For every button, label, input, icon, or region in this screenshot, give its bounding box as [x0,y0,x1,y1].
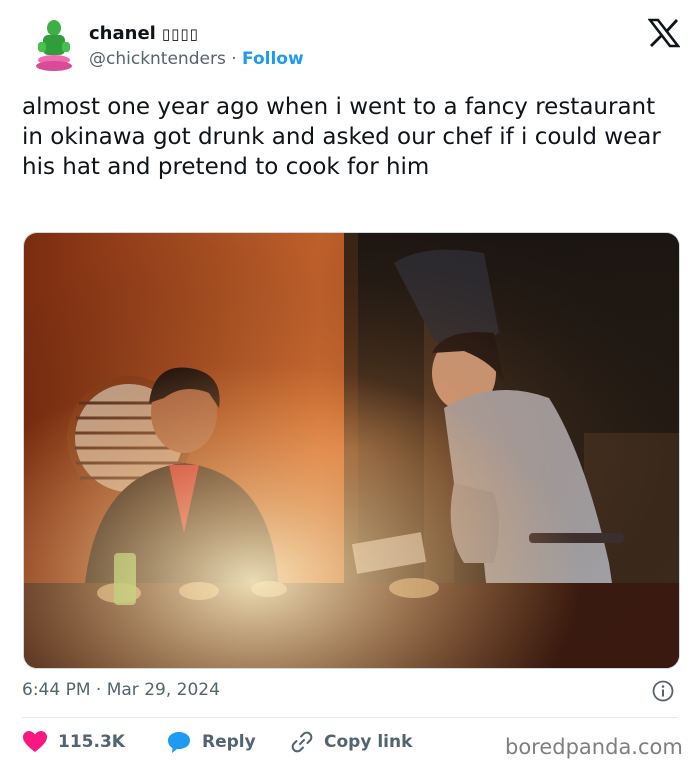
author-name[interactable]: chanel ▯▯▯▯ [89,23,199,44]
tweet-photo[interactable] [23,232,680,669]
separator: · [231,49,237,69]
author-name-glyphs: ▯▯▯▯ [161,25,199,43]
reply-button[interactable]: Reply [166,730,256,754]
tweet-date: Mar 29, 2024 [106,680,220,700]
like-button[interactable]: 115.3K [22,730,125,754]
avatar[interactable] [34,18,74,72]
follow-button[interactable]: Follow [242,49,304,69]
meta-separator: · [95,680,102,700]
info-icon[interactable] [652,680,674,702]
tweet-time: 6:44 PM [22,680,91,700]
tweet-timestamp[interactable]: 6:44 PM · Mar 29, 2024 [22,680,220,700]
handle-row: @chickntenders · Follow [89,49,304,69]
like-count: 115.3K [58,732,125,752]
copy-link-label: Copy link [324,732,413,752]
copy-link-button[interactable]: Copy link [290,730,412,754]
watermark: boredpanda.com [505,735,683,759]
divider [22,717,678,718]
reply-bubble-icon [168,732,190,753]
tweet-header: chanel ▯▯▯▯ @chickntenders · Follow [0,0,700,80]
author-name-text: chanel [89,23,156,44]
reply-label: Reply [202,732,256,752]
link-icon [291,731,313,753]
heart-icon [23,731,47,752]
restaurant-photo-image [24,233,679,668]
tweet-text: almost one year ago when i went to a fan… [22,94,661,180]
author-handle[interactable]: @chickntenders [89,49,226,69]
x-logo-icon[interactable] [648,18,680,48]
